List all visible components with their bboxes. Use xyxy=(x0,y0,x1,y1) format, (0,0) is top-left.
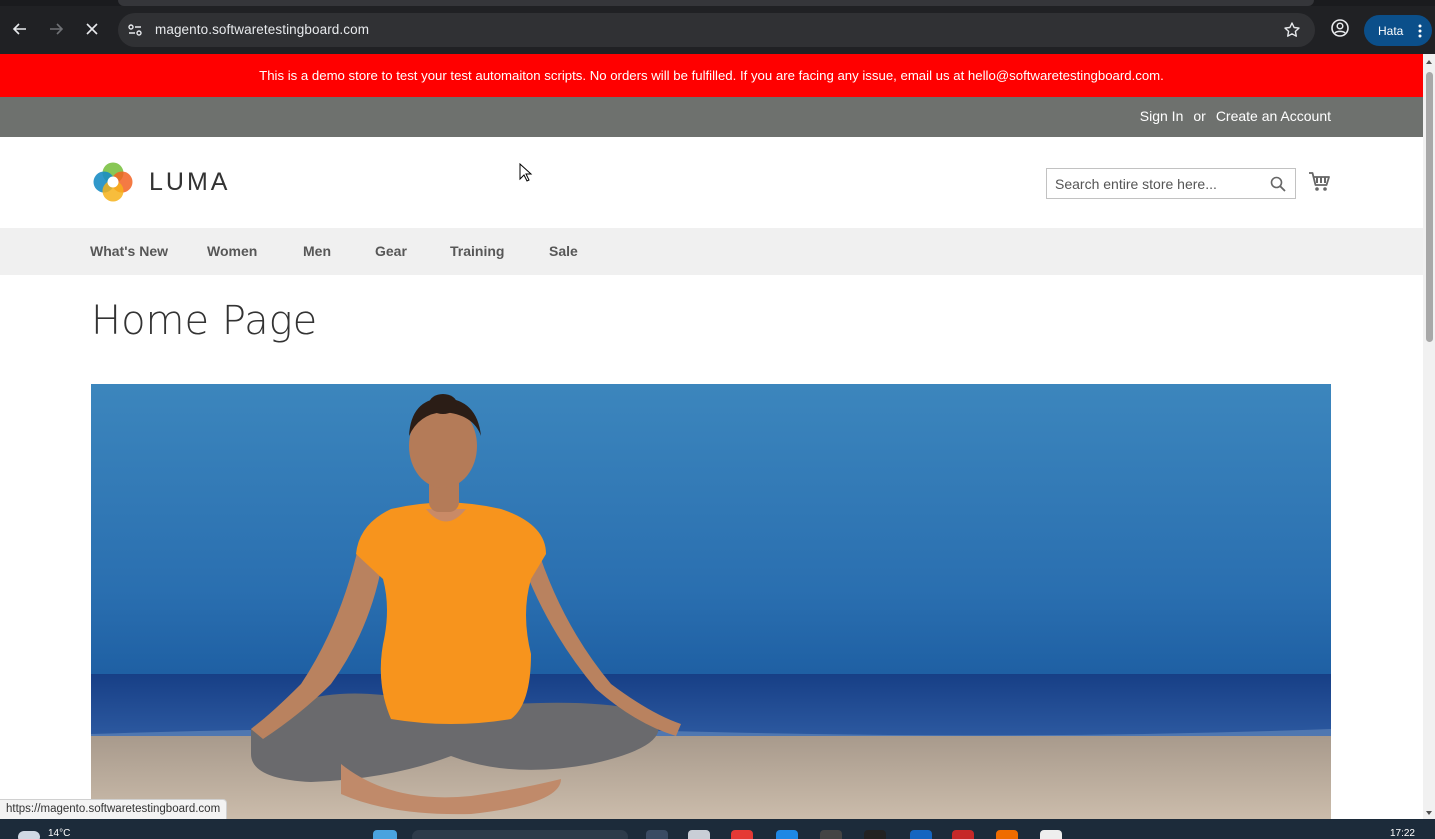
stop-loading-button[interactable] xyxy=(80,17,104,41)
profile-error-button[interactable]: Hata xyxy=(1364,15,1432,46)
site-info-icon[interactable] xyxy=(127,22,143,43)
luma-logo-icon xyxy=(93,162,133,202)
search-icon[interactable] xyxy=(1270,176,1286,197)
search-box xyxy=(1046,168,1296,199)
mouse-cursor-icon xyxy=(519,163,533,182)
page-scrollbar[interactable] xyxy=(1423,54,1435,819)
yoga-woman-beach-illustration xyxy=(91,384,1331,819)
scroll-down-icon[interactable] xyxy=(1425,809,1433,817)
back-button[interactable] xyxy=(8,17,32,41)
taskbar-app-icon[interactable] xyxy=(864,830,886,839)
taskbar-search-box[interactable] xyxy=(412,830,628,839)
browser-toolbar: magento.softwaretestingboard.com Hata xyxy=(0,0,1435,54)
taskbar-app-icon[interactable] xyxy=(731,830,753,839)
taskbar-clock[interactable]: 17:22 xyxy=(1390,828,1415,839)
address-bar[interactable]: magento.softwaretestingboard.com xyxy=(118,13,1315,47)
luma-logo[interactable]: LUMA xyxy=(91,160,230,204)
scroll-up-icon[interactable] xyxy=(1425,58,1433,66)
url-text[interactable]: magento.softwaretestingboard.com xyxy=(155,22,369,37)
create-account-link[interactable]: Create an Account xyxy=(1216,108,1331,124)
bookmark-star-icon[interactable] xyxy=(1283,21,1301,44)
header-panel: Sign In or Create an Account xyxy=(0,97,1423,137)
nav-item-whats-new[interactable]: What's New xyxy=(90,243,168,259)
logo-text: LUMA xyxy=(149,167,231,196)
page-title: Home Page xyxy=(91,298,317,344)
header-links: Sign In or Create an Account xyxy=(1140,108,1331,124)
page-viewport: This is a demo store to test your test a… xyxy=(0,54,1423,819)
taskbar-app-icon[interactable] xyxy=(910,830,932,839)
forward-arrow-icon xyxy=(50,23,64,35)
active-tab-edge[interactable] xyxy=(118,0,1314,6)
nav-item-men[interactable]: Men xyxy=(303,243,331,259)
os-taskbar: 14°C 17:22 xyxy=(0,819,1435,839)
back-arrow-icon xyxy=(12,23,26,35)
taskbar-app-icon[interactable] xyxy=(996,830,1018,839)
nav-item-sale[interactable]: Sale xyxy=(549,243,578,259)
profile-error-label: Hata xyxy=(1378,23,1404,38)
weather-temperature[interactable]: 14°C xyxy=(48,828,70,839)
or-separator: or xyxy=(1193,108,1206,124)
page-title-text: Home Page xyxy=(91,298,318,344)
nav-item-women[interactable]: Women xyxy=(207,243,257,259)
scrollbar-thumb[interactable] xyxy=(1426,72,1433,342)
hero-banner-image[interactable] xyxy=(91,384,1331,819)
search-input[interactable] xyxy=(1047,169,1257,198)
nav-item-training[interactable]: Training xyxy=(450,243,504,259)
cart-icon[interactable] xyxy=(1308,171,1332,198)
main-navigation: What's New Women Men Gear Training Sale xyxy=(0,228,1423,275)
close-icon xyxy=(86,23,98,35)
account-icon[interactable] xyxy=(1329,17,1351,44)
demo-store-notice: This is a demo store to test your test a… xyxy=(0,54,1423,97)
nav-item-gear[interactable]: Gear xyxy=(375,243,407,259)
forward-button[interactable] xyxy=(44,17,68,41)
taskbar-app-icon[interactable] xyxy=(1040,830,1062,839)
link-status-bar: https://magento.softwaretestingboard.com xyxy=(0,799,228,819)
taskbar-app-icon[interactable] xyxy=(688,830,710,839)
taskbar-app-icon[interactable] xyxy=(776,830,798,839)
header-content: LUMA xyxy=(0,137,1423,228)
tab-strip xyxy=(0,0,1435,6)
taskbar-app-icon[interactable] xyxy=(952,830,974,839)
taskbar-app-icon[interactable] xyxy=(820,830,842,839)
taskbar-app-icon[interactable] xyxy=(646,830,668,839)
start-menu-icon[interactable] xyxy=(373,830,397,839)
menu-dots-icon[interactable] xyxy=(1418,23,1422,42)
sign-in-link[interactable]: Sign In xyxy=(1140,108,1184,124)
weather-icon xyxy=(18,831,40,839)
